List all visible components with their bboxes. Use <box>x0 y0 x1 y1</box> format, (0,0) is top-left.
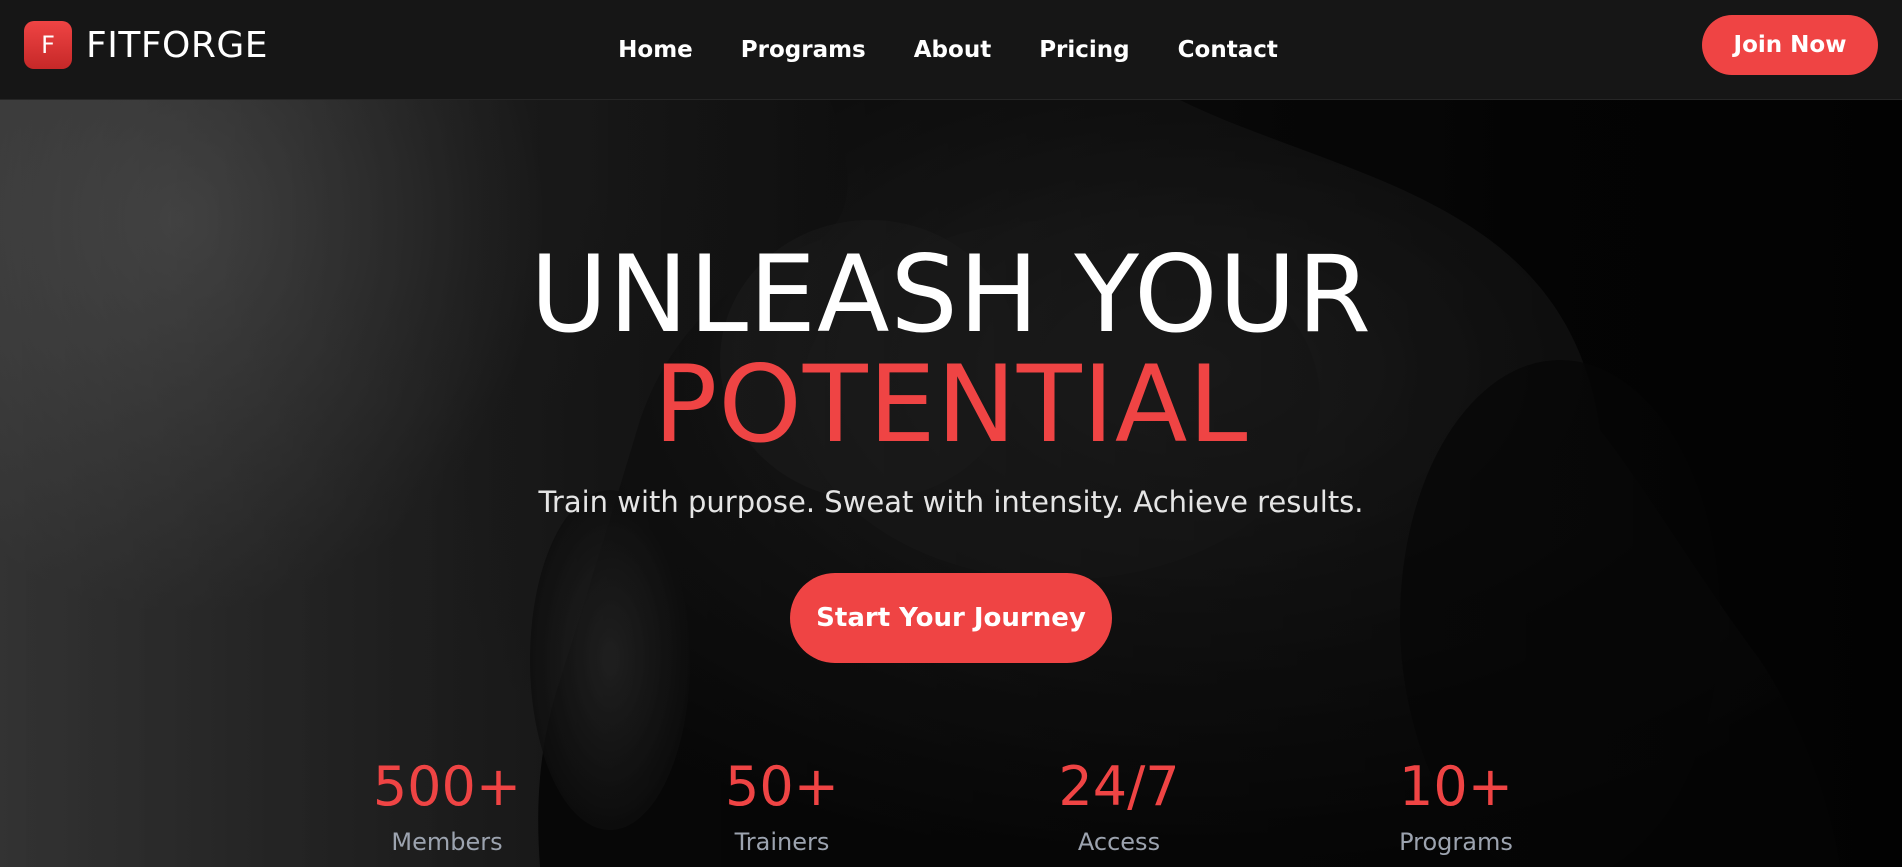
stat-access: 24/7 Access <box>999 755 1239 857</box>
stat-trainers: 50+ Trainers <box>662 755 902 857</box>
start-journey-button[interactable]: Start Your Journey <box>790 573 1112 663</box>
stat-value: 50+ <box>725 755 839 818</box>
brand-logo[interactable]: F FITFORGE <box>24 21 268 69</box>
brand-name: FITFORGE <box>86 24 269 66</box>
nav-link-pricing[interactable]: Pricing <box>1039 37 1129 63</box>
stat-members: 500+ Members <box>327 755 567 857</box>
stat-value: 10+ <box>1399 755 1513 818</box>
hero-section: UNLEASH YOUR POTENTIAL Train with purpos… <box>0 100 1902 867</box>
hero-content: UNLEASH YOUR POTENTIAL Train with purpos… <box>0 100 1902 867</box>
join-now-button[interactable]: Join Now <box>1702 15 1878 75</box>
hero-subtitle: Train with purpose. Sweat with intensity… <box>538 485 1364 519</box>
stat-label: Trainers <box>734 828 830 856</box>
hero-headline-line1: UNLEASH YOUR <box>530 233 1372 356</box>
nav-link-contact[interactable]: Contact <box>1178 37 1278 63</box>
nav-link-about[interactable]: About <box>914 37 991 63</box>
logo-badge: F <box>24 21 72 69</box>
stat-label: Programs <box>1399 828 1513 856</box>
stat-programs: 10+ Programs <box>1336 755 1576 857</box>
stat-value: 24/7 <box>1058 755 1180 818</box>
hero-headline-line2: POTENTIAL <box>653 343 1249 466</box>
stat-label: Members <box>391 828 503 856</box>
main-nav: Home Programs About Pricing Contact <box>0 0 1902 100</box>
navbar: F FITFORGE Home Programs About Pricing C… <box>0 0 1902 100</box>
stat-value: 500+ <box>372 755 522 818</box>
stat-label: Access <box>1077 828 1161 856</box>
nav-link-home[interactable]: Home <box>618 37 693 63</box>
nav-link-programs[interactable]: Programs <box>741 37 866 63</box>
